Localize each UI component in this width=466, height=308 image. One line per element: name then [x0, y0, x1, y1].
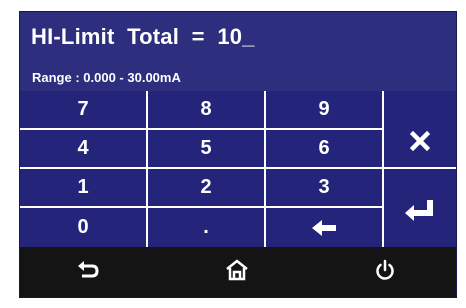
entry-display: HI-Limit Total = 10_ Range : 0.000 - 30.…: [20, 12, 456, 91]
home-button[interactable]: [207, 247, 267, 297]
clear-button[interactable]: [384, 91, 456, 167]
enter-button[interactable]: [384, 169, 456, 247]
key-7[interactable]: 7: [20, 91, 146, 128]
entry-value: HI-Limit Total = 10_: [31, 24, 255, 49]
power-icon: [374, 259, 396, 286]
key-2[interactable]: 2: [148, 169, 264, 206]
key-5[interactable]: 5: [148, 130, 264, 167]
key-decimal[interactable]: .: [148, 208, 264, 247]
key-9[interactable]: 9: [266, 91, 382, 128]
key-1[interactable]: 1: [20, 169, 146, 206]
numeric-keypad: 7 8 9 4 5 6 1 2 3 0 .: [20, 91, 456, 247]
range-label: Range : 0.000 - 30.00mA: [32, 70, 181, 85]
key-0[interactable]: 0: [20, 208, 146, 247]
key-8[interactable]: 8: [148, 91, 264, 128]
close-icon: [410, 131, 430, 151]
enter-return-icon: [404, 199, 436, 221]
left-arrow-icon: [311, 219, 337, 237]
keypad-screen: HI-Limit Total = 10_ Range : 0.000 - 30.…: [19, 11, 457, 298]
footer-bar: [20, 247, 456, 297]
backspace-button[interactable]: [266, 208, 382, 247]
power-button[interactable]: [355, 247, 415, 297]
key-4[interactable]: 4: [20, 130, 146, 167]
key-3[interactable]: 3: [266, 169, 382, 206]
back-icon: [77, 259, 99, 286]
home-icon: [226, 258, 248, 286]
back-button[interactable]: [58, 247, 118, 297]
key-6[interactable]: 6: [266, 130, 382, 167]
